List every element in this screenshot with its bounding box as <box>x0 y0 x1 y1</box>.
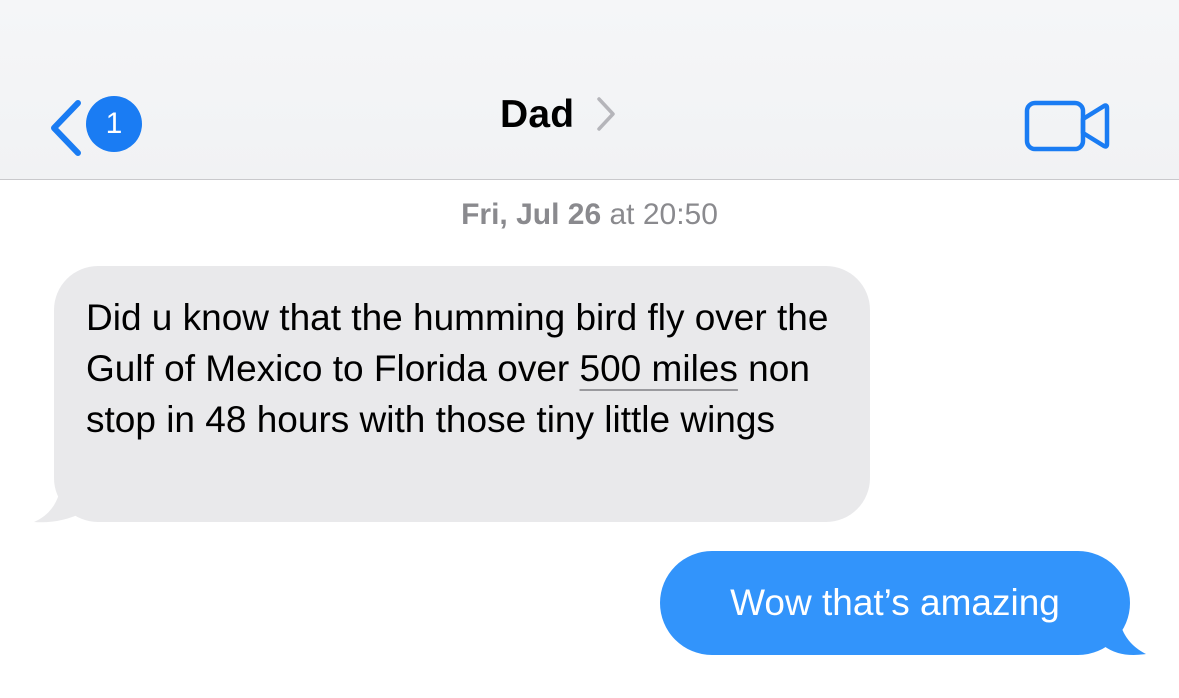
chevron-left-icon <box>48 100 84 161</box>
timestamp-day: Fri, Jul 26 <box>461 198 602 231</box>
contact-name: Dad <box>500 93 575 136</box>
message-timestamp: Fri, Jul 26 at 20:50 <box>0 198 1179 232</box>
facetime-video-button[interactable] <box>1024 100 1110 152</box>
back-button[interactable]: 1 <box>42 96 152 158</box>
incoming-message-text: Did u know that the humming bird fly ove… <box>86 292 846 445</box>
contact-header-button[interactable]: Dad <box>500 88 616 142</box>
messages-screen: 1 Dad Fri, Jul 26 at 20:50 Did u know th… <box>0 0 1179 698</box>
outgoing-message-text: Wow that’s amazing <box>730 582 1060 623</box>
unread-count-badge: 1 <box>86 96 142 152</box>
timestamp-time: at 20:50 <box>609 198 718 231</box>
detected-data-link[interactable]: 500 miles <box>580 348 738 389</box>
conversation-header: 1 Dad <box>0 0 1179 180</box>
chevron-right-icon <box>596 96 616 137</box>
incoming-message-bubble[interactable]: Did u know that the humming bird fly ove… <box>54 266 870 522</box>
outgoing-message-bubble[interactable]: Wow that’s amazing <box>660 551 1130 655</box>
video-camera-icon <box>1024 100 1110 156</box>
